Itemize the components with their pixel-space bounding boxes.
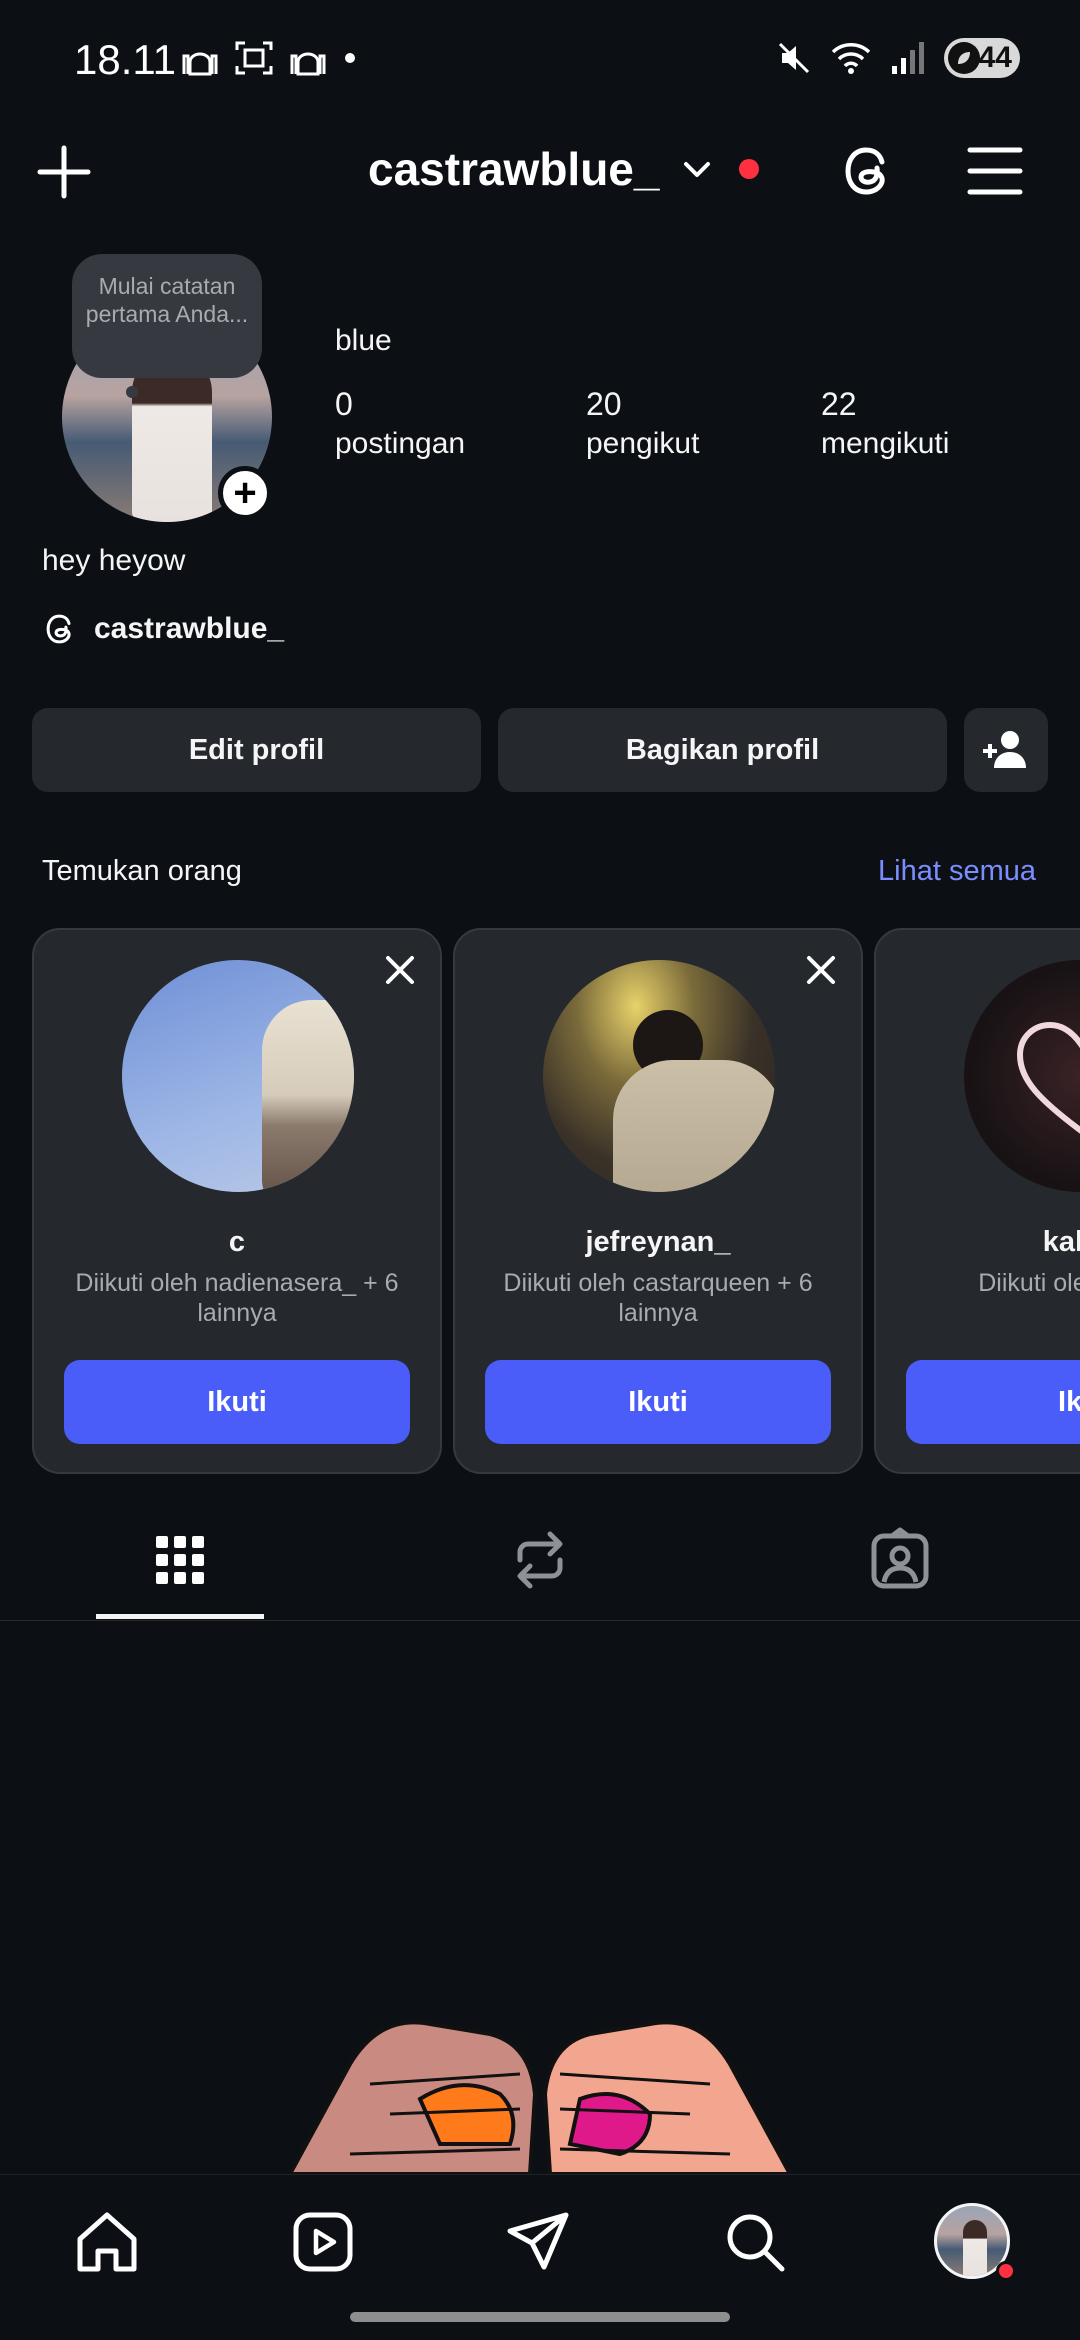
status-icons-left — [180, 40, 358, 76]
signal-icon — [892, 42, 924, 74]
dot-icon — [345, 53, 355, 63]
messages-icon[interactable] — [504, 2207, 574, 2277]
stat-value: 20 — [586, 386, 622, 422]
header-username: castrawblue_ — [368, 143, 660, 195]
suggestion-name[interactable]: c — [34, 1226, 440, 1259]
stat-value: 22 — [821, 386, 857, 422]
leaf-icon — [948, 42, 980, 74]
mosque-icon — [182, 52, 218, 76]
suggestion-name[interactable]: kalea — [876, 1226, 1080, 1259]
threads-profile-link[interactable]: castrawblue_ — [42, 610, 284, 648]
notification-dot — [739, 159, 760, 179]
suggestion-subtitle: Diikuti oleh nadienasera_ + 6 lainnya — [75, 1269, 399, 1327]
grid-icon[interactable] — [140, 1520, 220, 1600]
close-icon[interactable] — [803, 952, 839, 988]
close-icon[interactable] — [382, 952, 418, 988]
stat-following[interactable]: 22 mengikuti — [821, 384, 949, 464]
threads-icon — [46, 614, 71, 644]
stat-label: postingan — [335, 427, 466, 460]
heart-hands-illustration — [290, 2020, 790, 2174]
battery-indicator: 44 — [944, 38, 1020, 78]
share-profile-button[interactable]: Bagikan profil — [498, 708, 947, 792]
create-icon[interactable] — [34, 142, 94, 202]
stat-label: pengikut — [586, 427, 700, 460]
status-time: 18.11 — [74, 36, 176, 83]
add-story-icon[interactable]: + — [218, 466, 272, 520]
note-bubble[interactable]: Mulai catatan pertama Anda... — [72, 254, 262, 378]
reels-icon[interactable] — [288, 2207, 358, 2277]
tab-divider — [0, 1620, 1080, 1621]
add-person-icon — [983, 731, 1026, 768]
stat-value: 0 — [335, 386, 353, 422]
heart-light-icon — [1016, 1021, 1080, 1134]
see-all-link[interactable]: Lihat semua — [878, 855, 1036, 888]
status-bar: 18.11 44 — [0, 0, 1080, 120]
active-tab-indicator — [96, 1614, 264, 1619]
stat-label: mengikuti — [821, 427, 950, 460]
wifi-icon — [831, 43, 871, 74]
tagged-icon[interactable] — [860, 1520, 940, 1600]
suggestion-card: kalea Diikuti oleh ca lain Iku — [874, 928, 1080, 1474]
stat-followers[interactable]: 20 pengikut — [586, 384, 699, 464]
threads-handle: castrawblue_ — [94, 612, 285, 645]
suggestion-name[interactable]: jefreynan_ — [455, 1226, 861, 1259]
bio: hey heyow — [42, 544, 186, 577]
suggestion-avatar[interactable] — [964, 960, 1080, 1192]
suggestion-card: c Diikuti oleh nadienasera_ + 6 lainnya … — [32, 928, 442, 1474]
search-icon[interactable] — [720, 2207, 790, 2277]
stat-posts[interactable]: 0 postingan — [335, 384, 465, 464]
status-icons-right: 44 — [776, 38, 1020, 78]
mosque-icon — [290, 52, 326, 76]
notification-dot — [996, 2261, 1016, 2281]
discover-people-button[interactable] — [964, 708, 1048, 792]
reposts-icon[interactable] — [500, 1520, 580, 1600]
screenshot-icon — [235, 41, 273, 75]
home-icon[interactable] — [72, 2207, 142, 2277]
suggestion-avatar[interactable] — [543, 960, 775, 1192]
battery-level: 44 — [978, 41, 1012, 74]
note-bubble-tail — [126, 386, 138, 398]
suggestion-avatar[interactable] — [122, 960, 354, 1192]
discover-title: Temukan orang — [42, 855, 242, 887]
suggestion-subtitle: Diikuti oleh castarqueen + 6 lainnya — [503, 1269, 813, 1327]
profile-header: castrawblue_ — [0, 120, 1080, 220]
account-switcher[interactable]: castrawblue_ — [368, 142, 760, 196]
menu-icon[interactable] — [966, 142, 1024, 200]
suggestions-carousel[interactable]: c Diikuti oleh nadienasera_ + 6 lainnya … — [0, 928, 1080, 1476]
display-name: blue — [335, 324, 392, 357]
follow-button[interactable]: Iku — [906, 1360, 1080, 1444]
edit-profile-button[interactable]: Edit profil — [32, 708, 481, 792]
suggestion-card: jefreynan_ Diikuti oleh castarqueen + 6 … — [453, 928, 863, 1474]
chevron-down-icon — [684, 162, 711, 177]
home-indicator[interactable] — [350, 2312, 730, 2322]
follow-button[interactable]: Ikuti — [64, 1360, 410, 1444]
threads-icon[interactable] — [838, 140, 900, 202]
mute-icon — [778, 42, 810, 74]
follow-button[interactable]: Ikuti — [485, 1360, 831, 1444]
suggestion-subtitle: Diikuti oleh ca lain — [978, 1269, 1080, 1297]
